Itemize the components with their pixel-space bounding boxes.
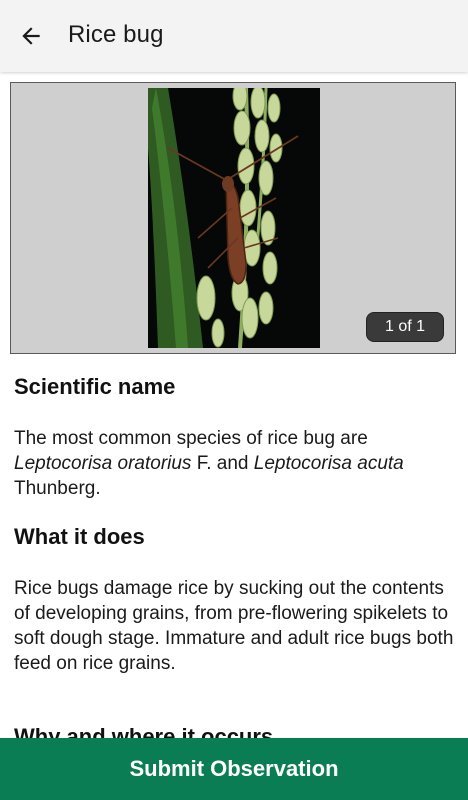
species-name-2: Leptocorisa acuta [253, 453, 404, 474]
arrow-left-icon [22, 27, 40, 45]
scientific-name-section: Scientific name [14, 374, 454, 400]
submit-observation-button[interactable]: Submit Observation [0, 738, 468, 800]
rice-bug-photo [148, 88, 320, 348]
scientific-paragraph: The most common species of rice bug are … [14, 428, 404, 499]
what-it-does-text: Rice bugs damage rice by sucking out the… [14, 576, 454, 676]
app-bar: Rice bug [0, 0, 468, 72]
why-section: Why and where it occurs [14, 724, 454, 738]
page-title: Rice bug [68, 21, 164, 48]
section-heading: Scientific name [14, 374, 176, 399]
content-scroll[interactable]: 1 of 1 Scientific name The most common s… [0, 72, 468, 738]
what-it-does-section: What it does [14, 524, 454, 550]
section-heading: What it does [14, 524, 145, 549]
scientific-name-text: The most common species of rice bug are … [14, 426, 454, 501]
image-counter-badge: 1 of 1 [366, 312, 444, 342]
section-heading: Why and where it occurs [14, 724, 274, 738]
species-name-1: Leptocorisa oratorius [14, 453, 192, 474]
back-button[interactable] [14, 19, 48, 53]
image-gallery[interactable]: 1 of 1 [10, 82, 456, 354]
what-it-does-paragraph: Rice bugs damage rice by sucking out the… [14, 578, 454, 674]
